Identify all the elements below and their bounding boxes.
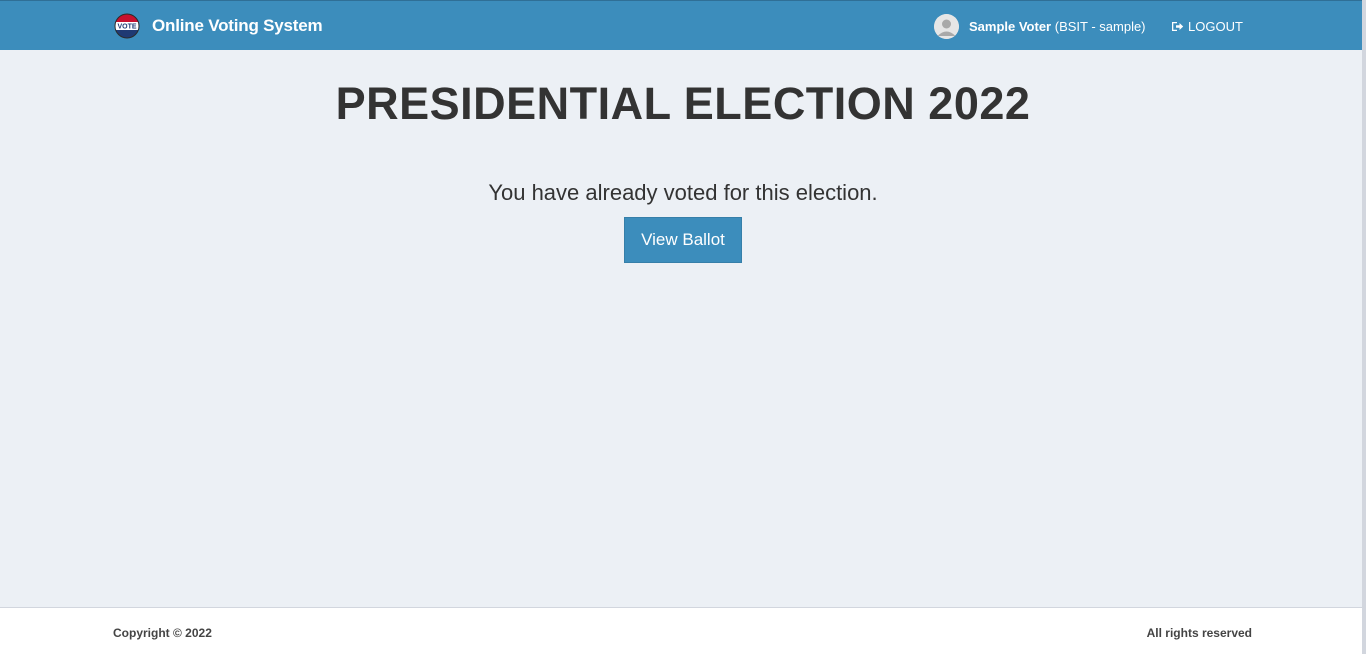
main-content: PRESIDENTIAL ELECTION 2022 You have alre… (0, 50, 1362, 607)
page-footer: Copyright © 2022 All rights reserved (0, 607, 1362, 654)
logout-link[interactable]: LOGOUT (1171, 19, 1243, 34)
brand-link[interactable]: VOTE Online Voting System (114, 13, 323, 39)
sign-out-icon (1172, 22, 1184, 31)
top-navbar: VOTE Online Voting System Sample Voter (… (0, 0, 1362, 50)
view-ballot-button[interactable]: View Ballot (624, 217, 742, 263)
user-info: Sample Voter (BSIT - sample) (969, 19, 1146, 34)
vote-badge-icon: VOTE (114, 13, 140, 39)
user-name: Sample Voter (969, 19, 1052, 34)
user-menu[interactable]: Sample Voter (BSIT - sample) (934, 14, 1146, 39)
already-voted-message: You have already voted for this election… (488, 180, 878, 205)
copyright-text: Copyright © 2022 (113, 626, 212, 640)
logo-text: VOTE (117, 24, 136, 31)
user-avatar-icon (934, 14, 959, 39)
rights-text: All rights reserved (1146, 626, 1252, 640)
election-title: PRESIDENTIAL ELECTION 2022 (335, 78, 1031, 129)
brand-title: Online Voting System (152, 16, 323, 35)
user-detail: (BSIT - sample) (1051, 19, 1146, 34)
logout-label: LOGOUT (1188, 19, 1243, 34)
page: VOTE Online Voting System Sample Voter (… (0, 0, 1366, 654)
